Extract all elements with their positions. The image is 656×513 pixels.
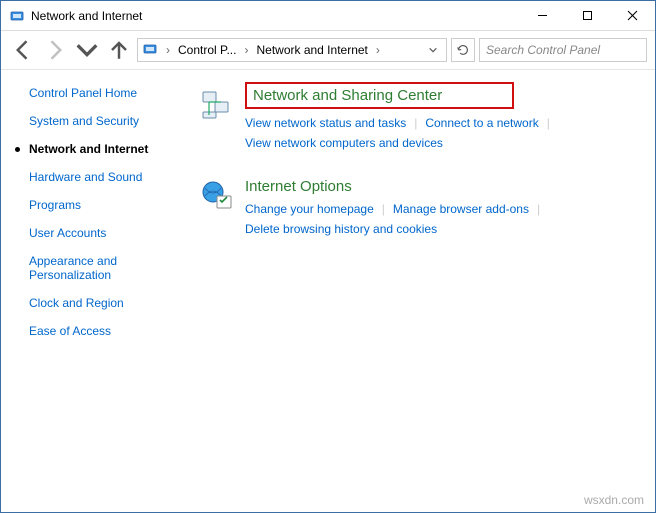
address-bar[interactable]: › Control P... › Network and Internet › [137, 38, 447, 62]
sidebar-item-control-panel-home[interactable]: Control Panel Home [29, 86, 189, 100]
separator: | [537, 199, 540, 219]
chevron-right-icon[interactable]: › [376, 43, 380, 57]
link-view-network-computers[interactable]: View network computers and devices [245, 133, 443, 153]
forward-button[interactable] [41, 36, 69, 64]
title-bar: Network and Internet [1, 1, 655, 31]
chevron-right-icon[interactable]: › [244, 43, 248, 57]
body: Control Panel Home System and Security N… [1, 70, 655, 511]
location-icon [142, 41, 158, 60]
search-input[interactable] [484, 42, 645, 58]
link-change-homepage[interactable]: Change your homepage [245, 199, 374, 219]
sidebar-item-network-internet[interactable]: Network and Internet [29, 142, 189, 156]
sidebar-item-system-security[interactable]: System and Security [29, 114, 189, 128]
sidebar-item-user-accounts[interactable]: User Accounts [29, 226, 189, 240]
section-body: Internet Options Change your homepage | … [245, 178, 637, 240]
network-sharing-icon [201, 88, 233, 120]
app-icon [9, 8, 25, 24]
minimize-button[interactable] [520, 1, 565, 30]
up-button[interactable] [105, 36, 133, 64]
watermark: wsxdn.com [584, 493, 644, 507]
maximize-button[interactable] [565, 1, 610, 30]
section-body: Network and Sharing Center View network … [245, 86, 637, 154]
link-network-sharing-center[interactable]: Network and Sharing Center [245, 82, 514, 109]
section-internet-options: Internet Options Change your homepage | … [201, 178, 637, 240]
task-list: View network status and tasks | Connect … [245, 113, 637, 154]
search-box[interactable] [479, 38, 647, 62]
sidebar-item-clock-region[interactable]: Clock and Region [29, 296, 189, 310]
task-list: Change your homepage | Manage browser ad… [245, 199, 637, 240]
breadcrumb-item[interactable]: Control P... [178, 43, 236, 57]
separator: | [382, 199, 385, 219]
link-delete-history[interactable]: Delete browsing history and cookies [245, 219, 437, 239]
sidebar: Control Panel Home System and Security N… [1, 70, 201, 511]
address-dropdown[interactable] [424, 41, 442, 59]
link-internet-options[interactable]: Internet Options [245, 178, 352, 195]
internet-options-icon [201, 180, 233, 212]
link-manage-addons[interactable]: Manage browser add-ons [393, 199, 529, 219]
sidebar-item-hardware-sound[interactable]: Hardware and Sound [29, 170, 189, 184]
section-network-sharing: Network and Sharing Center View network … [201, 86, 637, 154]
sidebar-item-ease-of-access[interactable]: Ease of Access [29, 324, 189, 338]
refresh-button[interactable] [451, 38, 475, 62]
sidebar-item-programs[interactable]: Programs [29, 198, 189, 212]
back-button[interactable] [9, 36, 37, 64]
toolbar: › Control P... › Network and Internet › [1, 31, 655, 69]
separator: | [547, 113, 550, 133]
breadcrumb-item[interactable]: Network and Internet [256, 43, 367, 57]
separator: | [414, 113, 417, 133]
window-title: Network and Internet [31, 9, 520, 23]
window-controls [520, 1, 655, 30]
close-button[interactable] [610, 1, 655, 30]
link-connect-network[interactable]: Connect to a network [425, 113, 538, 133]
sidebar-item-appearance-personalization[interactable]: Appearance and Personalization [29, 254, 189, 282]
recent-dropdown[interactable] [73, 36, 101, 64]
chevron-right-icon[interactable]: › [166, 43, 170, 57]
link-view-network-status[interactable]: View network status and tasks [245, 113, 406, 133]
content-area: Network and Sharing Center View network … [201, 70, 655, 511]
